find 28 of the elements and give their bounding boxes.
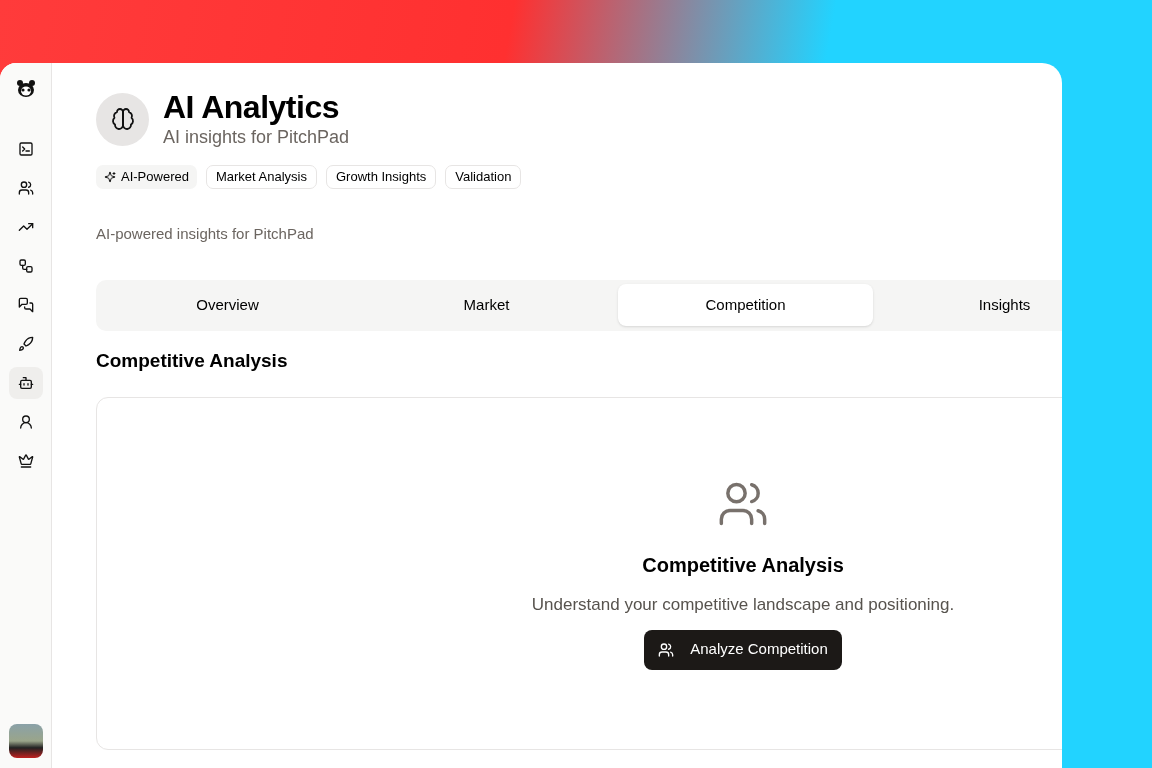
workflow-icon[interactable] bbox=[17, 258, 34, 274]
user-icon[interactable] bbox=[17, 414, 34, 430]
tab[interactable]: Competition bbox=[618, 284, 873, 326]
description-text: AI-powered insights for PitchPad bbox=[96, 224, 315, 244]
empty-state-text: Understand your competitive landscape and positioning. bbox=[531, 594, 955, 616]
tag: Growth Insights bbox=[325, 165, 437, 189]
panda-logo-icon[interactable] bbox=[15, 79, 36, 99]
tag-label: AI-Powered bbox=[121, 168, 189, 187]
analyze-competition-button[interactable]: Analyze Competition bbox=[644, 629, 842, 670]
bot-icon[interactable] bbox=[17, 375, 34, 391]
users-icon[interactable] bbox=[17, 180, 34, 196]
avatar-photo-placeholder[interactable] bbox=[8, 724, 43, 758]
tab[interactable]: Overview bbox=[100, 284, 355, 326]
users-icon bbox=[658, 641, 675, 658]
chat-bubbles-icon[interactable] bbox=[17, 297, 34, 313]
terminal-icon[interactable] bbox=[17, 141, 34, 157]
page-title: AI Analytics bbox=[163, 89, 340, 125]
page-subtitle: AI insights for PitchPad bbox=[163, 126, 350, 149]
crown-icon[interactable] bbox=[17, 453, 34, 469]
tab[interactable]: Market bbox=[359, 284, 614, 326]
section-title: Competitive Analysis bbox=[96, 348, 289, 373]
brain-icon bbox=[110, 107, 135, 131]
sidebar-bot-button[interactable] bbox=[8, 367, 43, 399]
sparkles-icon bbox=[104, 171, 116, 183]
tab[interactable]: Insights bbox=[877, 284, 1062, 326]
tag: Validation bbox=[445, 165, 522, 189]
tag: Market Analysis bbox=[205, 165, 317, 189]
empty-state-title: Competitive Analysis bbox=[642, 553, 844, 578]
